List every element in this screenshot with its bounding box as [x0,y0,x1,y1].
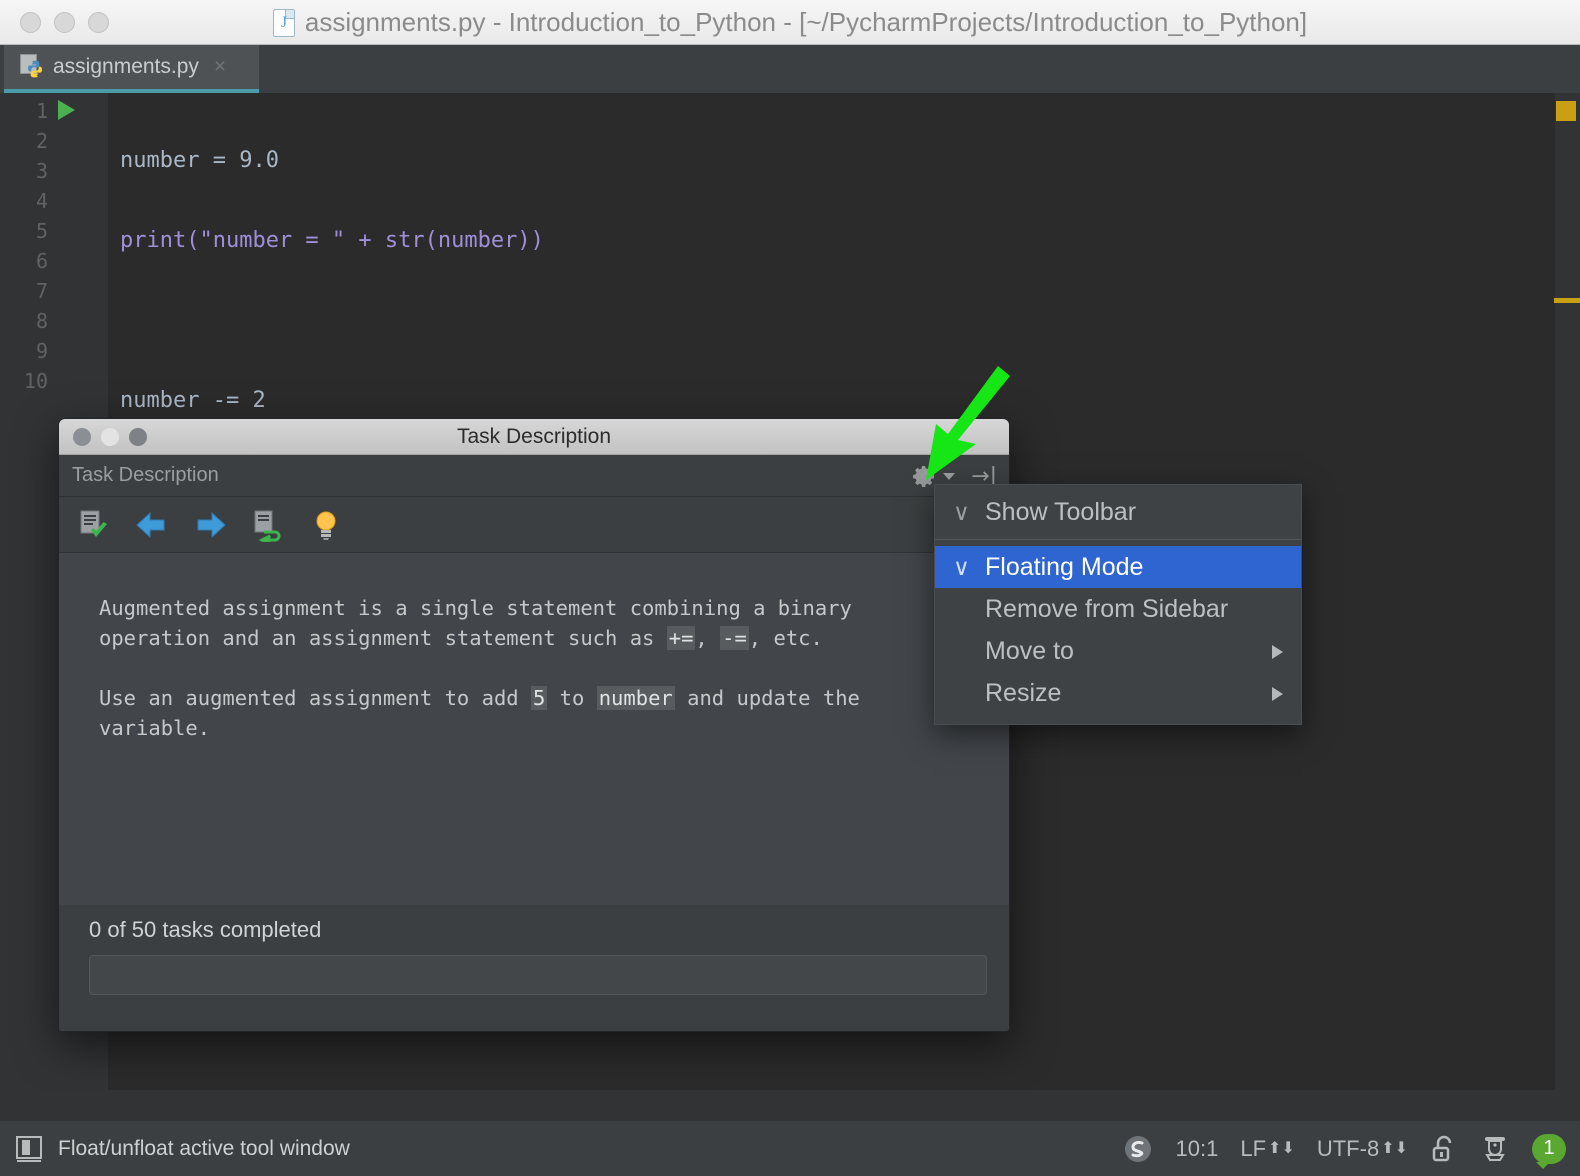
reset-task-icon[interactable] [251,508,285,542]
line-separator-selector[interactable]: LF ⬆⬇ [1240,1136,1295,1162]
line-number-column: 1 2 3 4 5 6 7 8 9 10 [0,93,52,396]
previous-task-icon[interactable] [135,508,169,542]
code-token: number -= 2 [120,388,266,413]
warning-marker-icon[interactable] [1556,101,1576,121]
line-number: 2 [35,129,48,153]
task-panel-header: Task Description →| [59,455,1009,497]
task-panel-settings-menu: ∨ Show Toolbar ∨ Floating Mode Remove fr… [934,484,1302,725]
inline-code-number: number [596,686,675,710]
line-number: 6 [35,249,48,273]
line-number: 8 [35,309,48,333]
menu-item-label: Move to [985,636,1074,665]
task-window-title: Task Description [456,425,612,448]
line-number: 5 [35,219,48,243]
python-file-icon [20,54,44,80]
inline-code-plus-equals: += [666,626,696,650]
inline-code-five: 5 [530,686,548,710]
inline-code-minus-equals: -= [720,626,749,650]
code-token: number = 9.0 [120,148,279,173]
minimize-window-button[interactable] [54,11,75,33]
line-number: 10 [23,369,48,393]
close-icon[interactable]: × [214,55,226,79]
python-logo-icon [28,60,42,78]
check-icon: ∨ [953,553,970,580]
check-task-icon[interactable] [77,508,111,542]
unlocked-icon[interactable] [1430,1134,1458,1164]
next-task-icon[interactable] [193,508,227,542]
svn-sync-icon[interactable] [1122,1133,1154,1165]
menu-item-label: Remove from Sidebar [985,594,1229,623]
warning-marker-stripe[interactable] [1554,298,1580,303]
code-line-2: print("number = " + str(number)) [120,226,1540,256]
submenu-arrow-icon [1272,687,1283,701]
os-window-controls[interactable] [20,11,109,33]
task-progress-footer: 0 of 50 tasks completed [59,905,1009,1031]
close-window-button[interactable] [20,11,41,33]
status-bar-message: Float/unfloat active tool window [58,1136,350,1160]
os-window-titlebar: assignments.py - Introduction_to_Python … [0,0,1580,45]
menu-item-label: Floating Mode [985,552,1144,581]
line-separator-value: LF [1240,1135,1267,1161]
task-panel-label: Task Description [72,464,219,486]
task-text: to [547,686,597,710]
status-bar-right: 10:1 LF ⬆⬇ UTF-8 ⬆⬇ 1 [1122,1121,1566,1176]
editor-marker-scrollbar[interactable] [1554,93,1580,1090]
encoding-selector[interactable]: UTF-8 ⬆⬇ [1317,1136,1408,1162]
encoding-value: UTF-8 [1316,1135,1380,1161]
window-title: assignments.py - Introduction_to_Python … [304,7,1308,37]
task-text: , [695,626,721,650]
menu-item-show-toolbar[interactable]: ∨ Show Toolbar [935,491,1301,533]
task-progress-bar [89,955,987,995]
code-line-1: number = 9.0 [120,146,1540,176]
notification-badge[interactable]: 1 [1532,1133,1566,1169]
maximize-window-button[interactable] [88,11,109,33]
task-paragraph-1: Augmented assignment is a single stateme… [99,593,975,653]
menu-separator [935,539,1301,540]
code-line-4: number -= 2 [120,386,1540,416]
task-panel-toolbar [59,497,1009,553]
task-text: Use an augmented assignment to add [99,686,531,710]
menu-item-label: Resize [985,678,1062,707]
chevron-down-icon[interactable] [943,472,956,480]
line-number: 9 [35,339,48,363]
status-bar-left: Float/unfloat active tool window [14,1134,350,1164]
status-bar: Float/unfloat active tool window 10:1 LF… [0,1121,1580,1176]
task-text: , etc. [748,626,823,650]
run-gutter-icon[interactable] [58,100,75,120]
pycharm-window: assignments.py - Introduction_to_Python … [0,0,1580,1176]
chevron-updown-icon: ⬆⬇ [1381,1139,1408,1157]
caret-position[interactable]: 10:1 [1176,1136,1219,1162]
inspection-hector-icon[interactable] [1480,1133,1510,1165]
tool-window-icon[interactable] [14,1134,44,1164]
code-token: print("number = " + str(number)) [120,228,544,253]
check-icon: ∨ [953,498,970,525]
task-paragraph-2: Use an augmented assignment to add 5 to … [99,683,975,743]
editor-tab-strip: assignments.py × [0,45,1580,93]
hint-lightbulb-icon[interactable] [309,508,343,542]
line-number: 1 [35,99,48,123]
editor-tab-assignments-py[interactable]: assignments.py × [4,45,259,93]
chevron-updown-icon: ⬆⬇ [1268,1139,1295,1157]
line-number: 4 [35,189,48,213]
editor-tab-label: assignments.py [53,55,199,78]
menu-item-move-to[interactable]: Move to [935,630,1301,672]
menu-item-floating-mode[interactable]: ∨ Floating Mode [935,546,1301,588]
submenu-arrow-icon [1272,645,1283,659]
window-title-group: assignments.py - Introduction_to_Python … [0,0,1580,45]
line-number: 3 [35,159,48,183]
task-window-titlebar[interactable]: Task Description [59,419,1009,455]
editor-bottom-strip [0,1090,1580,1121]
python-file-icon [272,8,295,37]
task-description-body: Augmented assignment is a single stateme… [59,553,1009,905]
menu-item-resize[interactable]: Resize [935,672,1301,714]
task-progress-label: 0 of 50 tasks completed [89,917,322,942]
menu-item-remove-from-sidebar[interactable]: Remove from Sidebar [935,588,1301,630]
task-description-window: Task Description Task Description →| Aug… [58,418,1010,1032]
menu-item-label: Show Toolbar [985,497,1137,526]
line-number: 7 [35,279,48,303]
